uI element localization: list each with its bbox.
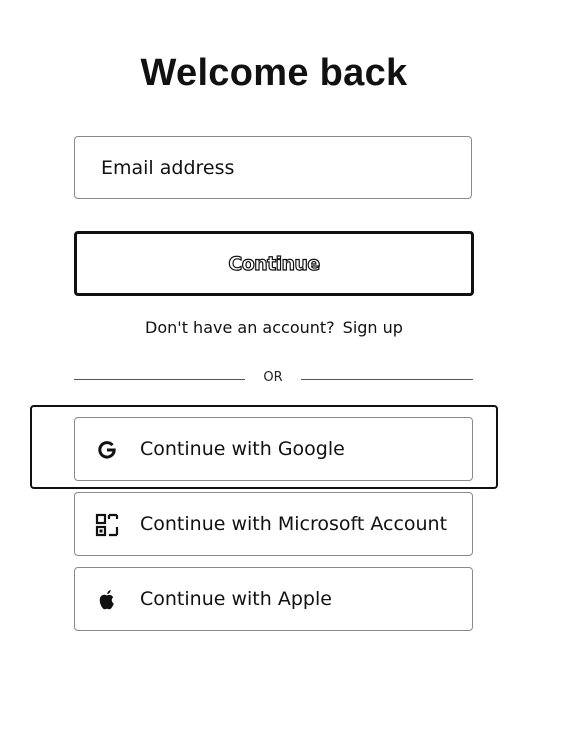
microsoft-button-label: Continue with Microsoft Account — [140, 513, 448, 535]
page-title: Welcome back — [140, 52, 408, 94]
continue-button-label: Continue — [228, 252, 321, 275]
continue-button[interactable]: Continue — [74, 231, 474, 296]
email-field-container[interactable] — [74, 136, 472, 199]
divider-line-right — [301, 379, 473, 380]
signup-prompt: Don't have an account? — [145, 318, 335, 337]
google-button-label: Continue with Google — [140, 438, 345, 460]
email-input[interactable] — [101, 137, 451, 198]
signup-link[interactable]: Sign up — [343, 318, 403, 337]
apple-icon — [95, 588, 119, 612]
signup-line: Don't have an account? Sign up — [0, 318, 548, 337]
apple-button-label: Continue with Apple — [140, 588, 332, 610]
divider-label: OR — [263, 370, 283, 385]
continue-with-google-button[interactable]: Continue with Google — [74, 417, 473, 481]
microsoft-icon — [95, 513, 119, 537]
google-icon — [95, 438, 119, 462]
continue-with-microsoft-button[interactable]: Continue with Microsoft Account — [74, 492, 473, 556]
continue-with-apple-button[interactable]: Continue with Apple — [74, 567, 473, 631]
divider-line-left — [74, 379, 245, 380]
